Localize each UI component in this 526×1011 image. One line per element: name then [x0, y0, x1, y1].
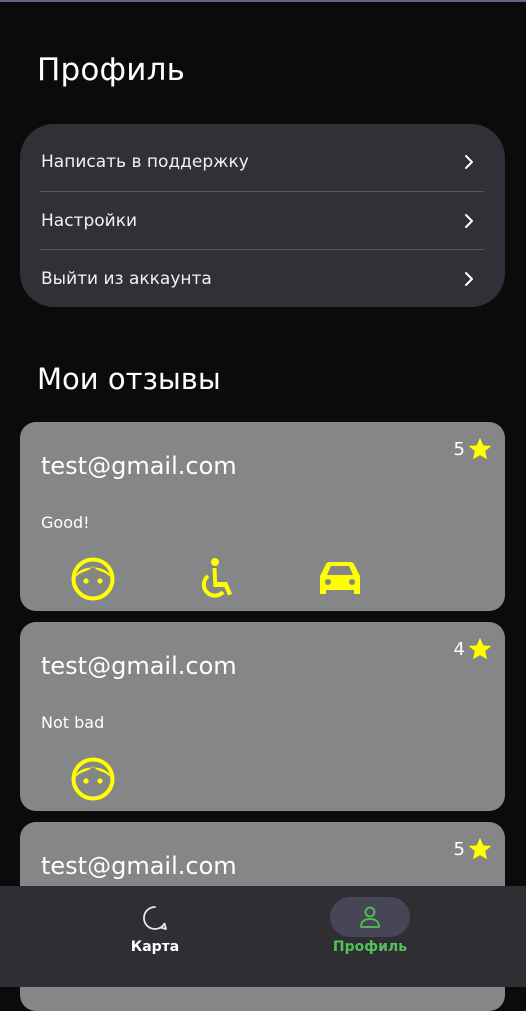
child-face-icon — [71, 557, 115, 601]
review-card[interactable]: 5 test@gmail.com Good! — [20, 422, 505, 611]
menu-item-support[interactable]: Написать в поддержку — [20, 133, 505, 191]
menu-item-label: Написать в поддержку — [41, 152, 249, 172]
nav-item-map[interactable]: Карта — [65, 886, 245, 987]
review-email: test@gmail.com — [41, 452, 237, 480]
rating-value: 5 — [453, 438, 465, 460]
star-icon — [468, 437, 492, 460]
review-email: test@gmail.com — [41, 852, 237, 880]
menu-item-logout[interactable]: Выйти из аккаунта — [20, 250, 505, 308]
review-card[interactable]: 4 test@gmail.com Not bad — [20, 622, 505, 811]
review-email: test@gmail.com — [41, 652, 237, 680]
car-icon — [320, 562, 360, 594]
nav-label: Профиль — [332, 939, 408, 955]
bottom-navigation: Карта Профиль — [0, 886, 526, 987]
wheelchair-icon — [201, 558, 232, 598]
menu-item-label: Настройки — [41, 211, 138, 231]
top-border-line — [0, 0, 526, 2]
chevron-right-icon — [465, 214, 473, 228]
nav-item-profile[interactable]: Профиль — [280, 886, 460, 987]
nav-label: Карта — [130, 939, 180, 955]
star-icon — [468, 637, 492, 660]
chevron-right-icon — [465, 272, 473, 286]
rating-value: 4 — [453, 638, 465, 660]
rating: 4 — [454, 636, 493, 662]
chevron-right-icon — [465, 155, 473, 169]
profile-menu: Написать в поддержку Настройки Выйти из … — [20, 124, 505, 307]
review-text: Good! — [41, 513, 90, 532]
rating: 5 — [454, 836, 493, 862]
menu-item-settings[interactable]: Настройки — [20, 192, 505, 250]
user-icon — [360, 906, 380, 928]
menu-item-label: Выйти из аккаунта — [41, 269, 212, 289]
star-icon — [468, 837, 492, 860]
rating-value: 5 — [453, 838, 465, 860]
page-title: Профиль — [37, 52, 186, 88]
review-text: Not bad — [41, 713, 105, 732]
chat-bubble-icon — [143, 906, 167, 930]
rating: 5 — [454, 436, 493, 462]
child-face-icon — [71, 757, 115, 801]
reviews-title: Мои отзывы — [37, 362, 221, 396]
